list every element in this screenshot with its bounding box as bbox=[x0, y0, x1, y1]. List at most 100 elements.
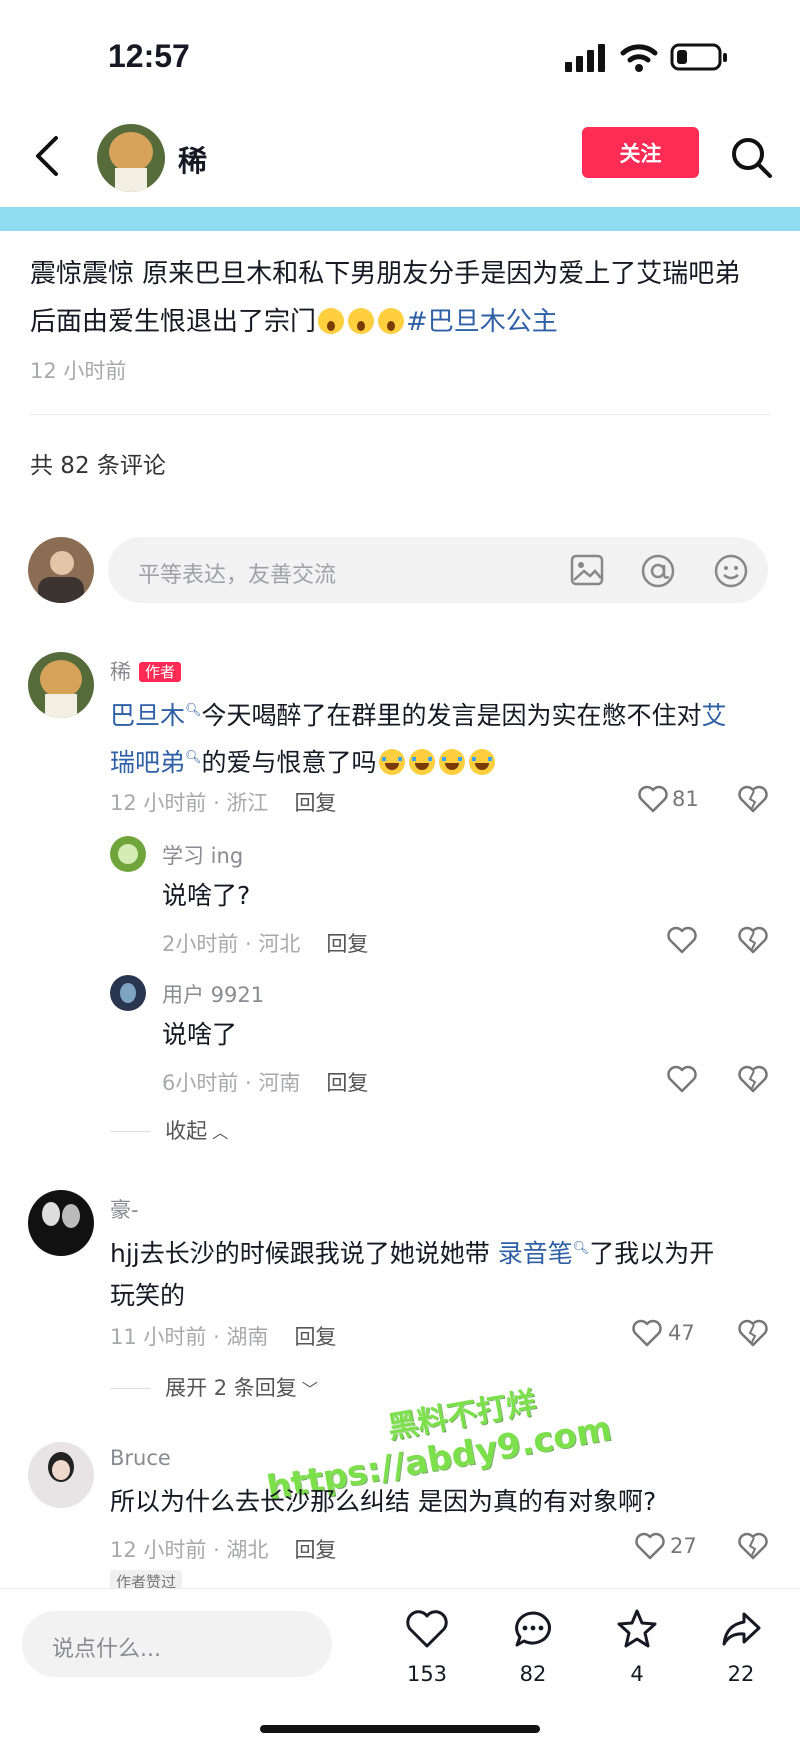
astonished-emoji-icon bbox=[348, 308, 375, 334]
astonished-emoji-icon bbox=[378, 308, 405, 334]
comment-link[interactable]: 艾 bbox=[702, 701, 727, 730]
post-text-line2-content: 后面由爱生恨退出了宗门 bbox=[30, 307, 317, 337]
divider bbox=[30, 414, 770, 415]
dislike-icon[interactable] bbox=[738, 926, 768, 954]
comment-meta: 12 小时前 · 浙江 bbox=[110, 791, 269, 815]
back-arrow-icon[interactable] bbox=[32, 134, 62, 178]
comment-link[interactable]: 录音笔 bbox=[498, 1239, 573, 1268]
comment-text-line2: 玩笑的 bbox=[110, 1281, 186, 1310]
comment-avatar[interactable] bbox=[28, 1442, 94, 1508]
reply-button[interactable]: 回复 bbox=[326, 1071, 368, 1095]
bottom-share-count: 22 bbox=[727, 1662, 755, 1686]
reply-text: 说啥了? bbox=[162, 881, 251, 910]
comment-text-mid: 今天喝醉了在群里的发言是因为实在憋不住对 bbox=[201, 701, 702, 730]
header-avatar[interactable] bbox=[97, 124, 165, 192]
divider bbox=[110, 1131, 150, 1132]
comment-text: hjj去长沙的时候跟我说了她说她带 录音笔🔍︎了我以为开 玩笑的 bbox=[110, 1228, 770, 1317]
bottom-bar: 说点什么... 153 82 4 22 bbox=[0, 1588, 800, 1739]
comment-meta: 11 小时前 · 湖南 bbox=[110, 1325, 269, 1349]
collapse-replies-row[interactable]: 收起 ︿ bbox=[110, 1115, 228, 1145]
image-icon[interactable] bbox=[570, 553, 604, 587]
reply-username[interactable]: 学习 ing bbox=[162, 840, 243, 870]
bottom-comment-input[interactable]: 说点什么... bbox=[22, 1611, 332, 1677]
chevron-down-icon: ﹀ bbox=[301, 1380, 318, 1399]
reply-meta-row: 2小时前 · 河北 回复 bbox=[162, 928, 368, 958]
reply-meta: 2小时前 · 河北 bbox=[162, 932, 301, 956]
comments-count: 共 82 条评论 bbox=[30, 453, 166, 479]
collapse-replies-button[interactable]: 收起 bbox=[165, 1119, 207, 1143]
battery-icon bbox=[670, 43, 727, 71]
like-icon[interactable] bbox=[406, 1609, 448, 1649]
comment-username[interactable]: Bruce bbox=[110, 1446, 171, 1470]
comment-username: 稀作者 bbox=[110, 656, 182, 686]
bottom-input-placeholder: 说点什么... bbox=[52, 1637, 161, 1662]
reply-meta: 6小时前 · 河南 bbox=[162, 1071, 301, 1095]
reply-button[interactable]: 回复 bbox=[294, 1325, 336, 1349]
comment-meta-row: 12 小时前 · 湖北 回复 bbox=[110, 1534, 336, 1564]
post-text-line2: 后面由爱生恨退出了宗门 #巴旦木公主 bbox=[30, 298, 780, 346]
comment-avatar[interactable] bbox=[28, 652, 94, 718]
author-badge: 作者 bbox=[139, 662, 182, 682]
post-body: 震惊震惊 原来巴旦木和私下男朋友分手是因为爱上了艾瑞吧弟 后面由爱生恨退出了宗门… bbox=[30, 250, 780, 346]
crying-emoji-icon bbox=[378, 749, 405, 775]
reply-text: 说啥了 bbox=[162, 1020, 238, 1049]
share-icon[interactable] bbox=[720, 1609, 762, 1649]
like-icon[interactable] bbox=[638, 785, 668, 813]
comment-username[interactable]: 豪- bbox=[110, 1194, 139, 1224]
astonished-emoji-icon bbox=[318, 308, 345, 334]
my-avatar bbox=[28, 537, 94, 603]
comment-link[interactable]: 瑞吧弟 bbox=[110, 748, 185, 777]
like-icon[interactable] bbox=[635, 1532, 665, 1560]
search-hint-icon: 🔍︎ bbox=[185, 703, 202, 718]
header-accent-strip bbox=[0, 207, 800, 231]
post-hashtag[interactable]: #巴旦木公主 bbox=[406, 307, 558, 337]
comment-link[interactable]: 巴旦木 bbox=[110, 701, 185, 730]
post-text-line1: 震惊震惊 原来巴旦木和私下男朋友分手是因为爱上了艾瑞吧弟 bbox=[30, 259, 741, 289]
reply-button[interactable]: 回复 bbox=[326, 932, 368, 956]
emoji-icon[interactable] bbox=[713, 553, 749, 589]
comment-text-post: 了我以为开 bbox=[589, 1239, 715, 1268]
wifi-icon bbox=[620, 44, 658, 72]
like-icon[interactable] bbox=[667, 1065, 697, 1093]
crying-emoji-icon bbox=[408, 749, 435, 775]
reply-avatar[interactable] bbox=[110, 975, 146, 1011]
follow-button[interactable]: 关注 bbox=[582, 127, 699, 178]
dislike-icon[interactable] bbox=[738, 1319, 768, 1347]
reply-avatar[interactable] bbox=[110, 836, 146, 872]
status-bar: 12:57 bbox=[0, 0, 800, 110]
like-count: 81 bbox=[672, 787, 699, 811]
bottom-comment-count: 82 bbox=[519, 1662, 547, 1686]
like-icon[interactable] bbox=[667, 926, 697, 954]
comment-bubble-icon[interactable] bbox=[512, 1609, 554, 1649]
crying-emoji-icon bbox=[468, 749, 495, 775]
reply-button[interactable]: 回复 bbox=[294, 791, 336, 815]
comment-meta: 12 小时前 · 湖北 bbox=[110, 1538, 269, 1562]
reply-username[interactable]: 用户 9921 bbox=[162, 979, 264, 1009]
like-count: 27 bbox=[670, 1534, 697, 1558]
search-hint-icon: 🔍︎ bbox=[572, 1241, 590, 1256]
like-icon[interactable] bbox=[632, 1319, 662, 1347]
star-icon[interactable] bbox=[616, 1607, 658, 1649]
comment-username-text[interactable]: 稀 bbox=[110, 660, 131, 684]
search-icon[interactable] bbox=[730, 136, 774, 180]
mention-icon[interactable] bbox=[640, 553, 676, 589]
comment-avatar[interactable] bbox=[28, 1190, 94, 1256]
comment-input-placeholder: 平等表达，友善交流 bbox=[138, 563, 337, 588]
post-time: 12 小时前 bbox=[30, 359, 127, 383]
bottom-like-count: 153 bbox=[406, 1662, 448, 1686]
header-username[interactable]: 稀 bbox=[178, 138, 207, 180]
comment-text-tail: 的爱与恨意了吗 bbox=[201, 748, 377, 777]
expand-replies-button[interactable]: 展开 2 条回复 bbox=[165, 1376, 297, 1400]
expand-replies-row[interactable]: 展开 2 条回复 ﹀ bbox=[110, 1372, 318, 1402]
reply-button[interactable]: 回复 bbox=[294, 1538, 336, 1562]
comment-text: 巴旦木🔍︎今天喝醉了在群里的发言是因为实在憋不住对艾 瑞吧弟🔍︎的爱与恨意了吗 bbox=[110, 690, 770, 784]
dislike-icon[interactable] bbox=[738, 1532, 768, 1560]
dislike-icon[interactable] bbox=[738, 785, 768, 813]
chevron-up-icon: ︿ bbox=[212, 1123, 229, 1142]
home-indicator bbox=[260, 1725, 540, 1733]
comment-text: 所以为什么去长沙那么纠结 是因为真的有对象啊? bbox=[110, 1487, 657, 1516]
comment-meta-row: 11 小时前 · 湖南 回复 bbox=[110, 1321, 336, 1351]
comment-input[interactable]: 平等表达，友善交流 bbox=[108, 537, 768, 603]
dislike-icon[interactable] bbox=[738, 1065, 768, 1093]
crying-emoji-icon bbox=[438, 749, 465, 775]
